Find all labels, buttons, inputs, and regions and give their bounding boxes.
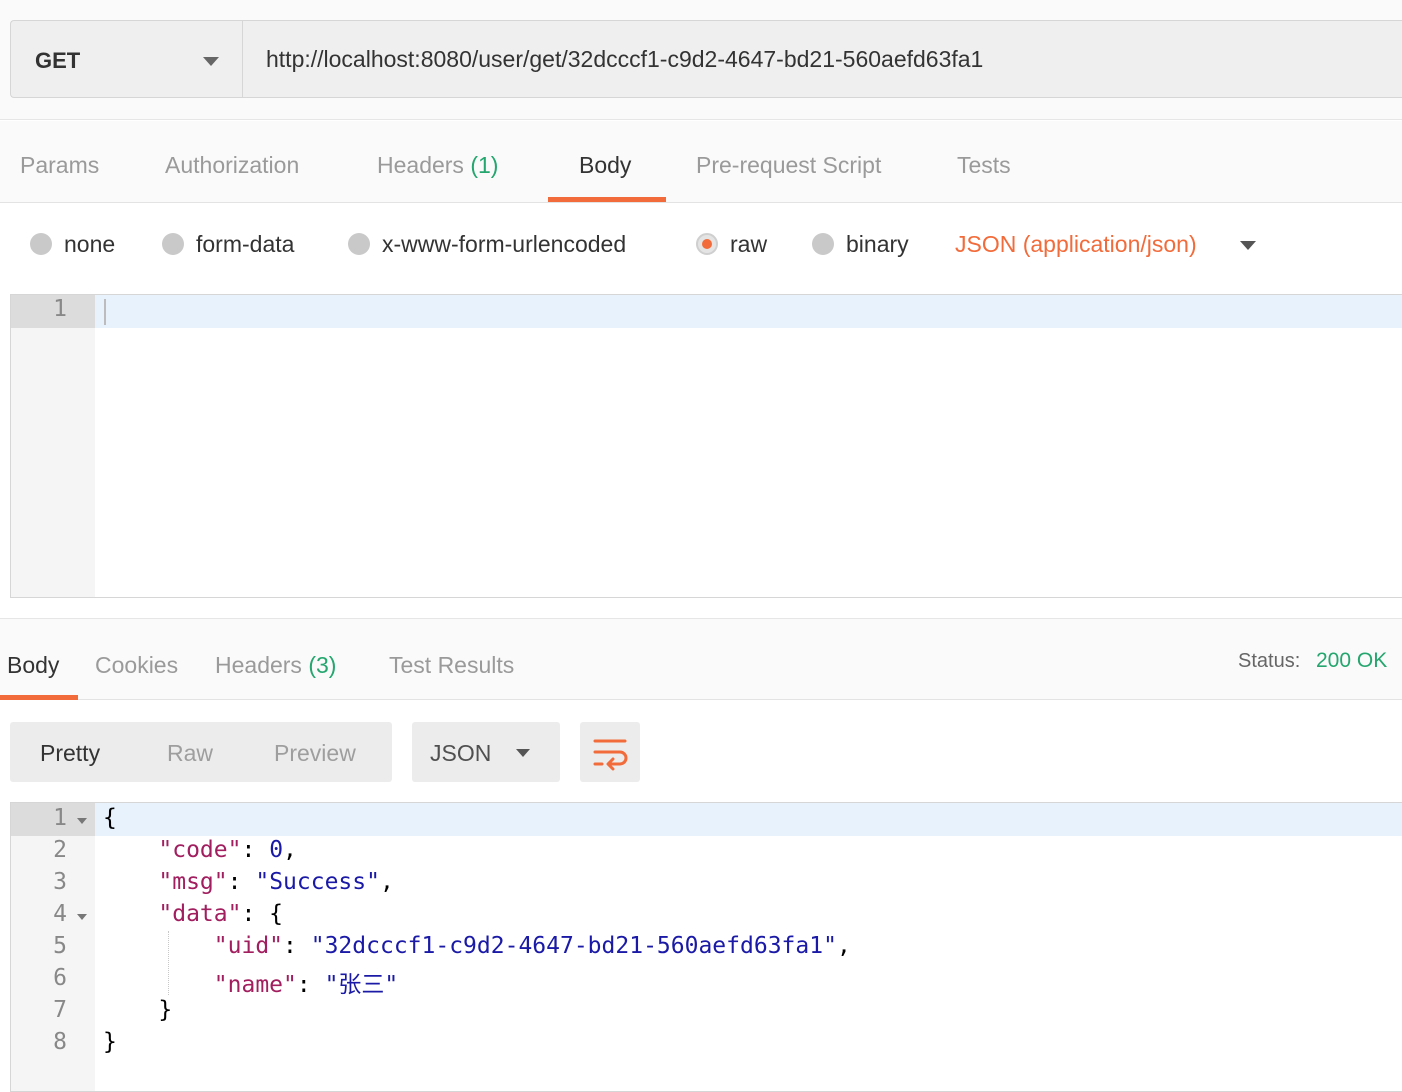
status-badge: 200 OK [1316,649,1388,672]
tab-tests[interactable]: Tests [957,152,1011,179]
body-type-selector: none form-data x-www-form-urlencoded raw… [0,204,1402,294]
fold-caret-icon[interactable] [77,818,87,824]
line-number: 1 [53,805,67,831]
line-number: 5 [53,933,67,959]
response-headers-count: (3) [308,652,337,678]
code-line: { [103,805,117,831]
json-key: "name" [213,972,297,998]
editor-active-line [95,803,1402,836]
editor-active-line [95,295,1402,328]
code-line: } [103,997,172,1023]
method-label: GET [35,48,81,73]
response-tab-test-results[interactable]: Test Results [389,652,514,679]
json-value: "32dcccf1-c9d2-4647-bd21-560aefd63fa1" [310,933,837,959]
json-value: 0 [269,837,284,863]
json-key: "code" [158,837,242,863]
status-label: Status: [1238,650,1301,672]
json-punctuation: { [103,805,117,831]
radio-off-icon [162,233,184,255]
json-punctuation: : [241,837,270,863]
text-cursor [104,299,106,325]
response-format-select[interactable]: JSON [412,722,560,782]
url-text: http://localhost:8080/user/get/32dcccf1-… [266,46,984,72]
code-line: } [103,1029,117,1055]
response-tab-body[interactable]: Body [7,652,59,679]
json-punctuation: , [836,933,851,959]
line-number: 8 [53,1029,67,1055]
chevron-down-icon[interactable] [1240,241,1256,250]
response-active-tab-indicator [0,695,78,700]
request-url-bar: GET http://localhost:8080/user/get/32dcc… [0,0,1402,120]
json-punctuation: : [227,869,256,895]
json-punctuation: : [283,933,311,959]
code-line: "data": { [103,901,283,927]
body-language-select[interactable]: JSON (application/json) [955,231,1197,258]
line-number: 2 [53,837,67,863]
json-key: "uid" [213,933,284,959]
json-punctuation: } [103,1029,117,1055]
wrap-lines-icon [593,739,628,771]
view-preview-button[interactable]: Preview [274,740,356,767]
chevron-down-icon [203,57,219,66]
line-number: 7 [53,997,67,1023]
line-number: 3 [53,869,67,895]
line-number: 1 [53,296,67,322]
request-body-editor[interactable]: 1 [10,294,1402,598]
tab-authorization[interactable]: Authorization [165,152,299,179]
radio-off-icon [30,233,52,255]
tab-body[interactable]: Body [579,152,631,179]
radio-on-icon [696,233,718,255]
tab-headers[interactable]: Headers (1) [377,152,498,179]
json-value: "Success" [255,869,380,895]
url-input[interactable]: http://localhost:8080/user/get/32dcccf1-… [242,20,1402,98]
json-value: "张三" [324,972,399,998]
code-line: "msg": "Success", [103,869,394,895]
headers-count: (1) [470,152,499,178]
code-line: "name": "张三" [103,965,399,999]
radio-off-icon [348,233,370,255]
response-view-modes: Pretty Raw Preview [10,722,392,782]
response-format-label: JSON [430,740,492,766]
radio-off-icon [812,233,834,255]
json-punctuation: , [379,869,394,895]
tab-params[interactable]: Params [20,152,99,179]
editor-gutter [11,295,95,597]
view-raw-button[interactable]: Raw [167,740,213,767]
active-tab-indicator [548,197,666,202]
json-punctuation: , [283,837,297,863]
code-line: "uid": "32dcccf1-c9d2-4647-bd21-560aefd6… [103,933,851,959]
code-line: "code": 0, [103,837,297,863]
json-punctuation: : [296,972,325,998]
response-tab-cookies[interactable]: Cookies [95,652,178,679]
response-tab-headers[interactable]: Headers (3) [215,652,336,679]
json-punctuation: : { [241,901,284,927]
method-select[interactable]: GET [10,20,242,98]
json-punctuation: } [158,997,173,1023]
tab-pre-request-script[interactable]: Pre-request Script [696,152,881,179]
line-number: 6 [53,965,67,991]
wrap-lines-button[interactable] [580,722,640,782]
line-number: 4 [53,901,67,927]
view-pretty-button[interactable]: Pretty [40,740,100,767]
json-key: "data" [158,901,242,927]
json-key: "msg" [158,869,228,895]
response-tabs: Body Cookies Headers (3) Test Results St… [0,618,1402,700]
chevron-down-icon [516,749,530,757]
fold-caret-icon[interactable] [77,914,87,920]
request-tabs: Params Authorization Headers (1) Body Pr… [0,121,1402,203]
response-body-viewer[interactable]: 1 2 3 4 5 6 7 8 { "code": 0, "msg": "Suc… [10,802,1402,1092]
